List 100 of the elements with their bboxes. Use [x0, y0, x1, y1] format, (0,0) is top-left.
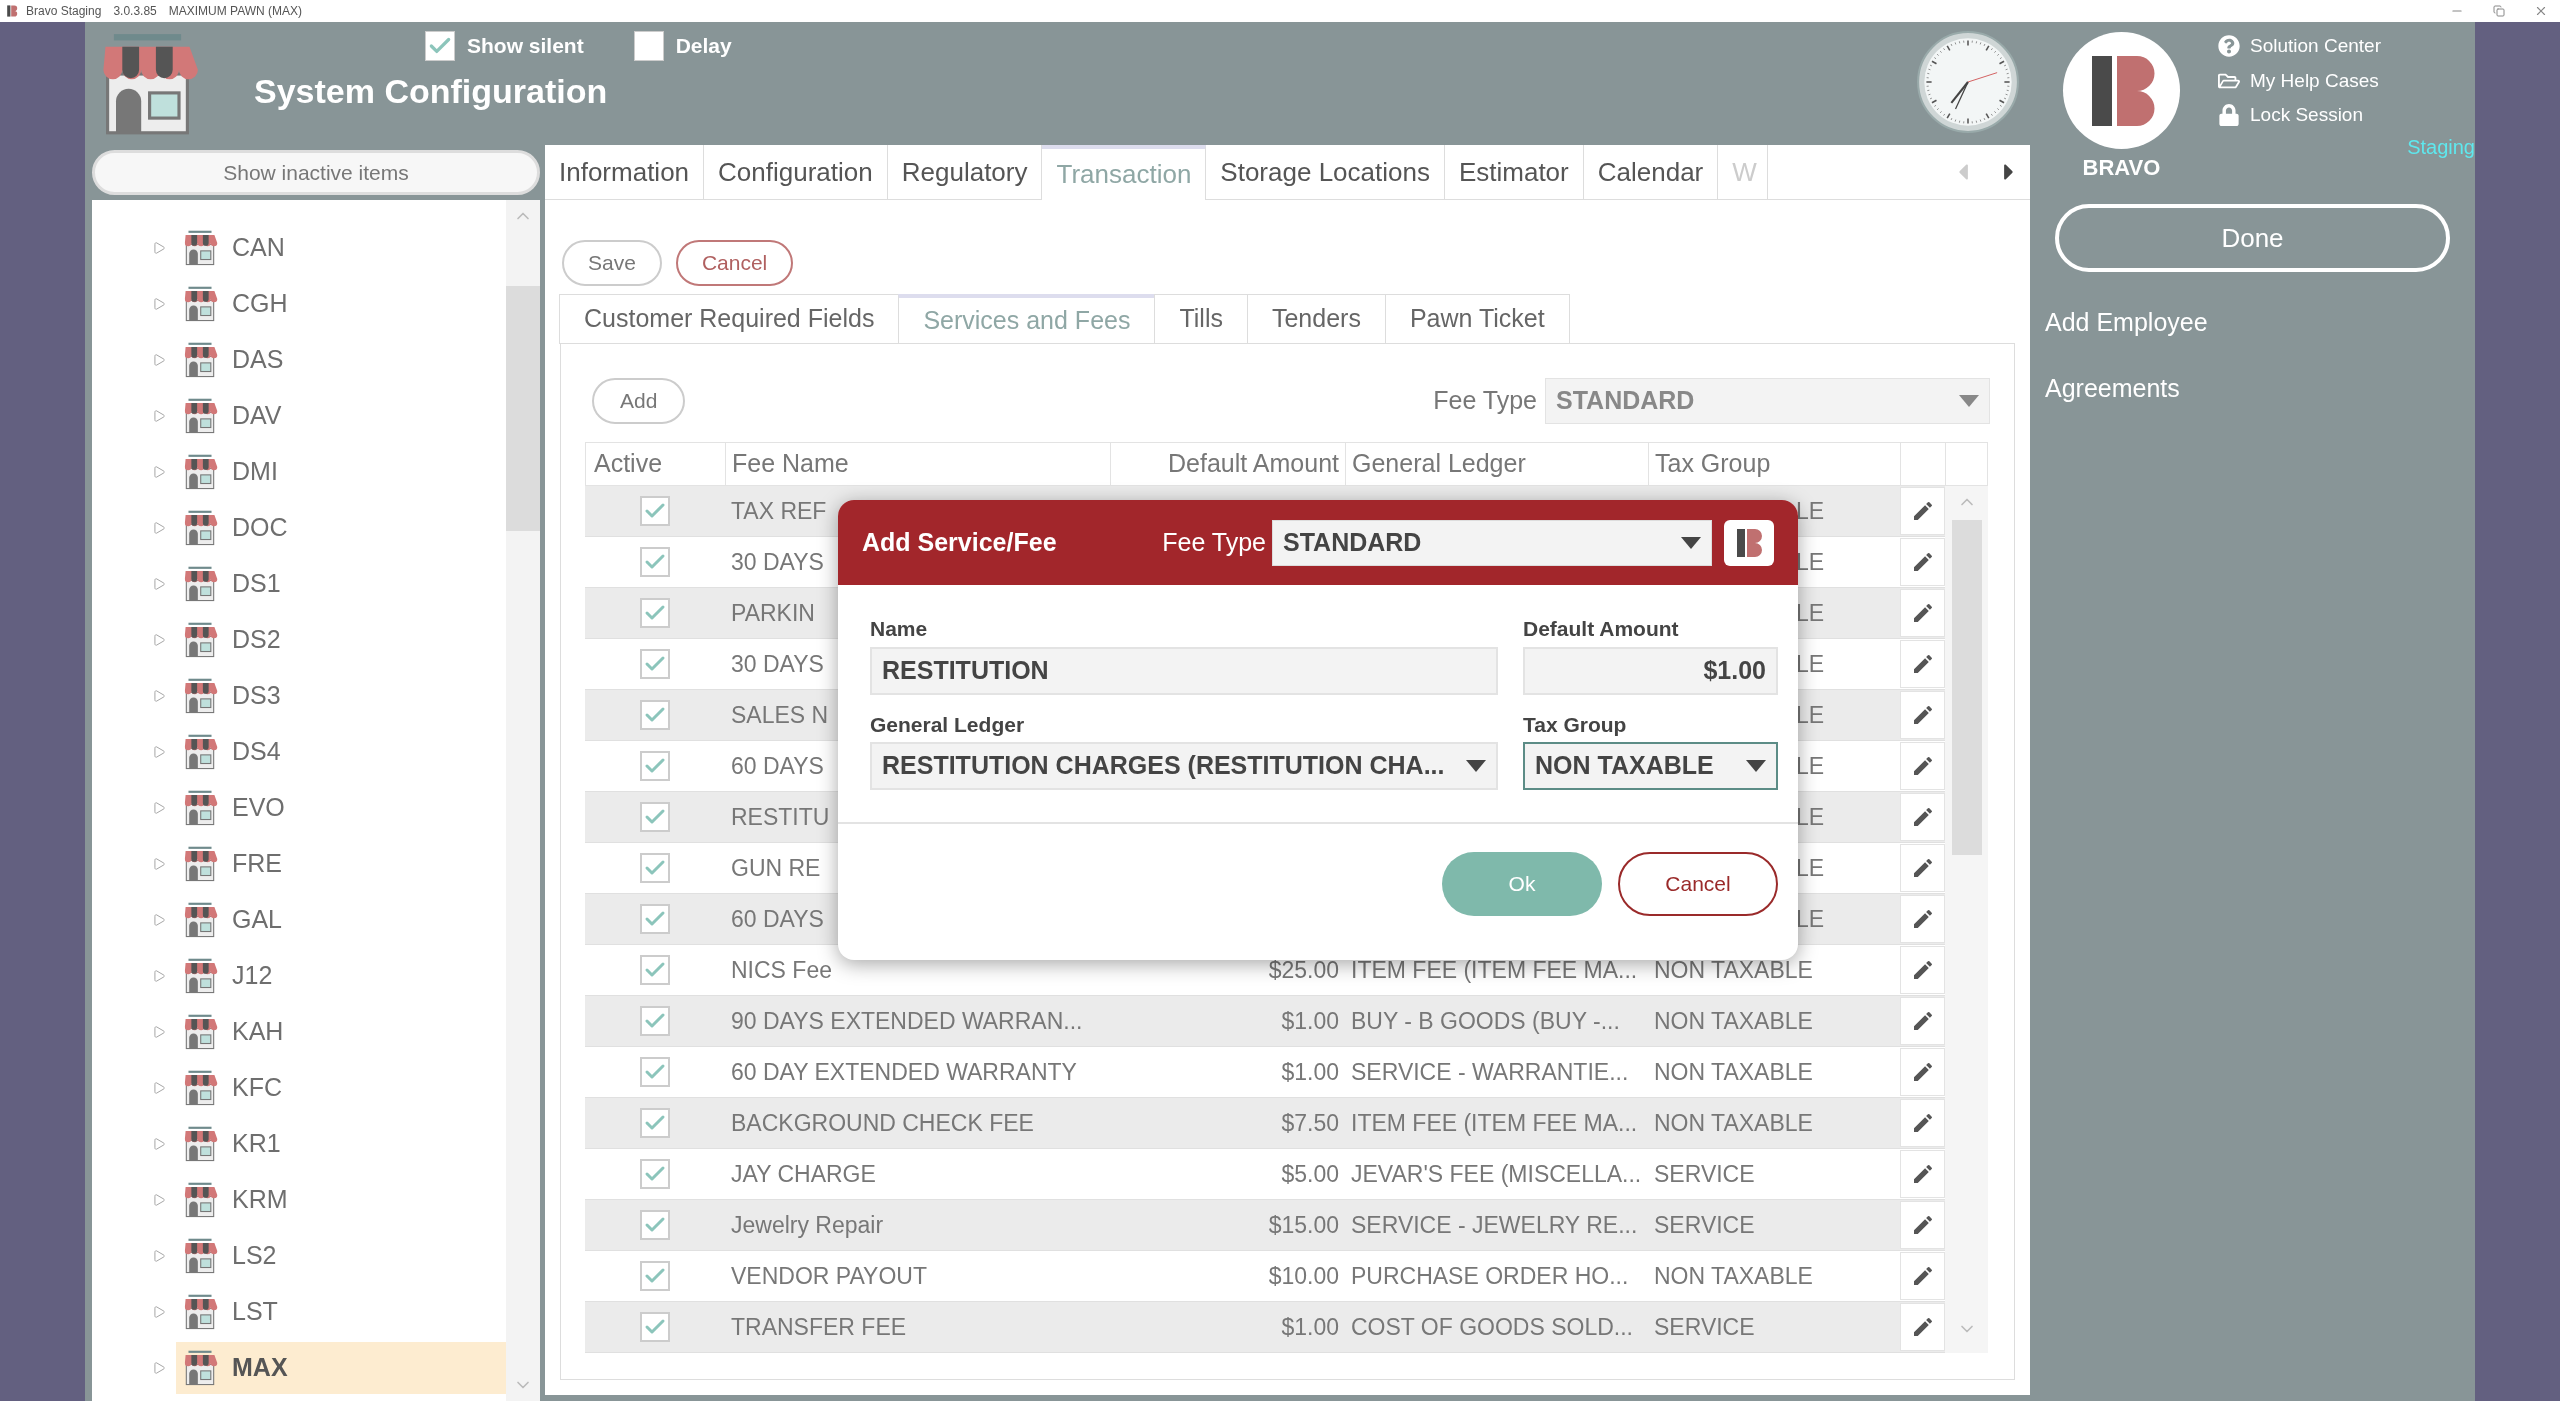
tab[interactable]: Estimator	[1444, 145, 1584, 199]
store-item[interactable]: CAN	[176, 222, 506, 274]
fee-type-select[interactable]: STANDARD	[1272, 519, 1712, 566]
expand-icon[interactable]	[152, 241, 166, 255]
edit-button[interactable]	[1900, 1150, 1945, 1198]
edit-button[interactable]	[1900, 1099, 1945, 1147]
active-checkbox[interactable]	[640, 1006, 670, 1036]
edit-button[interactable]	[1900, 1048, 1945, 1096]
edit-button[interactable]	[1900, 538, 1945, 586]
expand-icon[interactable]	[152, 857, 166, 871]
active-checkbox[interactable]	[640, 700, 670, 730]
tab[interactable]: Storage Locations	[1206, 145, 1445, 199]
tab[interactable]: Configuration	[704, 145, 888, 199]
active-checkbox[interactable]	[640, 1159, 670, 1189]
scrollbar-thumb[interactable]	[1951, 520, 1982, 855]
store-item[interactable]: KAH	[176, 1006, 506, 1058]
expand-icon[interactable]	[152, 409, 166, 423]
store-item[interactable]: DS4	[176, 726, 506, 778]
expand-icon[interactable]	[152, 1305, 166, 1319]
active-checkbox[interactable]	[640, 853, 670, 883]
store-item[interactable]: CGH	[176, 278, 506, 330]
edit-button[interactable]	[1900, 691, 1945, 739]
help-link[interactable]: My Help Cases	[2218, 66, 2381, 95]
edit-button[interactable]	[1900, 487, 1945, 535]
store-item[interactable]: DAS	[176, 334, 506, 386]
expand-icon[interactable]	[152, 465, 166, 479]
edit-button[interactable]	[1900, 895, 1945, 943]
active-checkbox[interactable]	[640, 955, 670, 985]
input-field[interactable]: $1.00	[1523, 646, 1778, 695]
edit-button[interactable]	[1900, 946, 1945, 994]
active-checkbox[interactable]	[640, 598, 670, 628]
action-link[interactable]: Agreements	[2045, 369, 2475, 407]
expand-icon[interactable]	[152, 353, 166, 367]
expand-icon[interactable]	[152, 633, 166, 647]
edit-button[interactable]	[1900, 1252, 1945, 1300]
active-checkbox[interactable]	[640, 1261, 670, 1291]
expand-icon[interactable]	[152, 689, 166, 703]
active-checkbox[interactable]	[640, 1210, 670, 1240]
store-item[interactable]: J12	[176, 950, 506, 1002]
save-button[interactable]: Save	[562, 240, 662, 286]
expand-icon[interactable]	[152, 577, 166, 591]
store-item[interactable]: KFC	[176, 1062, 506, 1114]
sub-tab[interactable]: Customer Required Fields	[559, 294, 900, 344]
active-checkbox[interactable]	[640, 1108, 670, 1138]
cancel-button[interactable]: Cancel	[675, 240, 794, 286]
edit-button[interactable]	[1900, 844, 1945, 892]
scrollbar[interactable]	[506, 200, 540, 1401]
checkbox[interactable]	[425, 30, 455, 61]
expand-icon[interactable]	[152, 745, 166, 759]
expand-icon[interactable]	[152, 801, 166, 815]
store-item[interactable]: MAX	[176, 1342, 506, 1394]
tab[interactable]: Information	[545, 145, 705, 199]
edit-button[interactable]	[1900, 997, 1945, 1045]
active-checkbox[interactable]	[640, 802, 670, 832]
cancel-button[interactable]: Cancel	[1618, 852, 1778, 916]
expand-icon[interactable]	[152, 969, 166, 983]
expand-icon[interactable]	[152, 297, 166, 311]
active-checkbox[interactable]	[640, 1312, 670, 1342]
active-checkbox[interactable]	[640, 496, 670, 526]
store-item[interactable]: GAL	[176, 894, 506, 946]
expand-icon[interactable]	[152, 1025, 166, 1039]
checkbox[interactable]	[633, 30, 664, 61]
expand-icon[interactable]	[152, 1081, 166, 1095]
edit-button[interactable]	[1900, 793, 1945, 841]
store-item[interactable]: DAV	[176, 390, 506, 442]
store-item[interactable]: LST	[176, 1286, 506, 1338]
done-button[interactable]: Done	[2055, 204, 2450, 272]
help-link[interactable]: Solution Center	[2218, 32, 2381, 61]
help-link[interactable]: Lock Session	[2218, 101, 2381, 130]
expand-icon[interactable]	[152, 913, 166, 927]
store-item[interactable]: KRM	[176, 1174, 506, 1226]
scrollbar-thumb[interactable]	[506, 286, 540, 531]
store-item[interactable]: LS2	[176, 1230, 506, 1282]
expand-icon[interactable]	[152, 521, 166, 535]
expand-icon[interactable]	[152, 1137, 166, 1151]
store-item[interactable]: DS3	[176, 670, 506, 722]
active-checkbox[interactable]	[640, 904, 670, 934]
store-item[interactable]: FRE	[176, 838, 506, 890]
active-checkbox[interactable]	[640, 649, 670, 679]
table-scrollbar[interactable]	[1945, 486, 1988, 1353]
store-item[interactable]: DS2	[176, 614, 506, 666]
edit-button[interactable]	[1900, 640, 1945, 688]
sub-tab[interactable]: Pawn Ticket	[1384, 294, 1570, 344]
active-checkbox[interactable]	[640, 547, 670, 577]
expand-icon[interactable]	[152, 1193, 166, 1207]
tab[interactable]: Calendar	[1583, 145, 1719, 199]
select-field[interactable]: NON TAXABLE	[1523, 742, 1778, 790]
input-field[interactable]: RESTITUTION	[870, 646, 1498, 695]
active-checkbox[interactable]	[640, 751, 670, 781]
edit-button[interactable]	[1900, 1201, 1945, 1249]
edit-button[interactable]	[1900, 589, 1945, 637]
store-item[interactable]: EVO	[176, 782, 506, 834]
store-item[interactable]: DMI	[176, 446, 506, 498]
expand-icon[interactable]	[152, 1361, 166, 1375]
select-field[interactable]: RESTITUTION CHARGES (RESTITUTION CHA...	[870, 742, 1498, 790]
fee-type-select[interactable]: STANDARD	[1545, 378, 1990, 424]
edit-button[interactable]	[1900, 1303, 1945, 1351]
active-checkbox[interactable]	[640, 1057, 670, 1087]
store-item[interactable]: DS1	[176, 558, 506, 610]
action-link[interactable]: Add Employee	[2045, 304, 2475, 342]
